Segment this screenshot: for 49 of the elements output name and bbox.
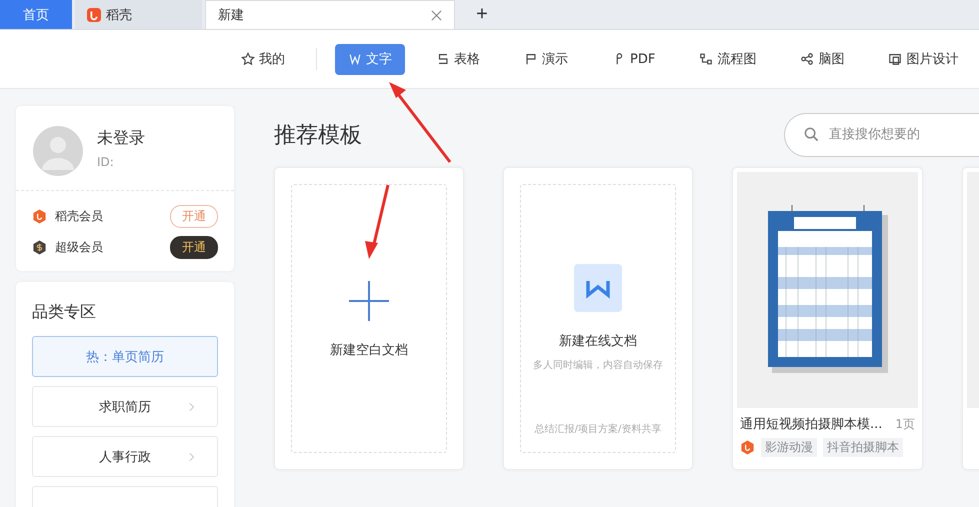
template-title: 通用短视频拍摄脚本模... [740,416,882,433]
flame-logo-icon [87,8,101,22]
new-tab-button[interactable]: + [462,0,502,29]
card-subtitle: 多人同时编辑，内容自动保存 [533,358,663,372]
plus-icon [349,280,389,320]
app-tab[interactable]: 首页 [0,0,72,29]
page-count: 1页 [895,416,915,432]
image-icon [888,52,902,66]
section-title: 推荐模板 [274,122,362,150]
chevron-right-icon [189,452,195,462]
membership-name: 超级会员 [55,239,104,256]
nav-tab[interactable]: 文字 [335,44,405,74]
app-tab[interactable]: 新建 [205,0,455,29]
user-id-label: ID: [97,155,115,169]
activate-button[interactable]: 开通 [170,236,218,259]
category-item[interactable]: 求职简历 [32,386,218,427]
category-item[interactable]: 人事行政 [32,436,218,477]
s-icon [436,52,450,66]
coin-hexagon-icon [32,240,47,255]
hexagon-logo-icon [32,209,47,224]
card-title: 新建在线文档 [559,332,637,350]
p-icon [524,52,538,66]
search-icon [804,126,819,142]
w-icon [348,52,362,66]
card-footer-text: 总结汇报/项目方案/资料共享 [534,422,662,436]
nav-tab[interactable]: 图片设计 [875,44,972,74]
star-icon [241,52,255,66]
membership-name: 稻壳会员 [55,208,104,225]
category-item[interactable]: 热：单页简历 [32,336,218,377]
create-card[interactable]: 新建在线文档 多人同时编辑，内容自动保存 总结汇报/项目方案/资料共享 [503,167,693,470]
close-icon[interactable] [431,10,442,20]
nav-tab[interactable]: 脑图 [787,44,858,74]
user-name: 未登录 [97,128,145,149]
w-logo-icon [574,264,622,312]
create-card[interactable]: 新建空白文档 [274,167,464,470]
chevron-right-icon [189,402,195,412]
nav-tab[interactable]: 演示 [511,44,581,74]
nav-tab[interactable]: PDF [599,44,668,74]
avatar-icon [33,126,83,176]
nav-tab[interactable]: 流程图 [686,44,770,74]
nav-tab[interactable]: 我的 [228,44,298,74]
nav-tab[interactable]: 表格 [423,44,493,74]
hexagon-logo-icon [740,440,755,455]
flowchart-icon [699,52,714,66]
mind-map-icon [800,52,814,66]
app-tab[interactable]: 稻壳 [75,0,202,29]
card-title: 新建空白文档 [330,342,408,358]
search-field[interactable]: 直接搜你想要的 [784,112,979,156]
panel-title: 品类专区 [32,302,97,323]
